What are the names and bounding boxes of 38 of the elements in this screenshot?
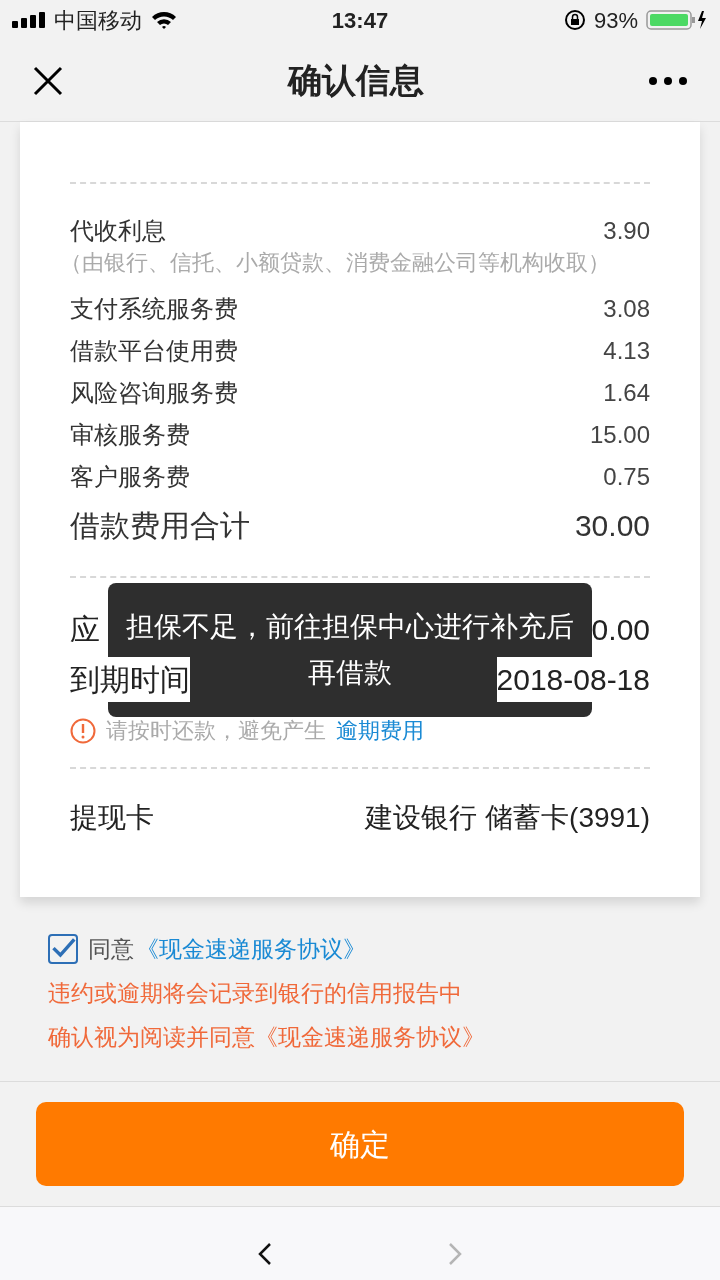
fee-amount: 4.13: [603, 336, 650, 366]
warning-icon: [70, 717, 96, 744]
fee-amount: 3.08: [603, 294, 650, 324]
agreement-link[interactable]: 《现金速递服务协议》: [136, 931, 366, 967]
page-title: 确认信息: [286, 60, 425, 101]
fee-label: 代收利息: [70, 216, 166, 246]
fee-note: （由银行、信托、小额贷款、消费金融公司等机构收取）: [60, 249, 611, 277]
fee-label: 风险咨询服务费: [70, 378, 238, 408]
fee-label: 支付系统服务费: [70, 294, 238, 324]
fee-amount: 3.90: [603, 216, 650, 246]
agree-text: 同意: [88, 934, 134, 964]
warning-text: 请按时还款，避免产生: [106, 717, 326, 745]
carrier-name: 中国移动: [54, 6, 142, 35]
repayment-value: 2018-08-18: [496, 656, 650, 702]
overdue-fee-link[interactable]: 逾期费用: [336, 714, 424, 747]
repayment-label: 到期时间: [70, 656, 190, 702]
fee-amount: 0.75: [603, 462, 650, 492]
total-amount: 30.00: [574, 507, 650, 544]
confirm-button[interactable]: 确定: [36, 1102, 684, 1186]
wifi-icon: [150, 10, 178, 30]
more-icon[interactable]: [648, 75, 688, 86]
battery-percent: 93%: [593, 6, 638, 35]
notice-text: 确认视为阅读并同意《现金速递服务协议》: [48, 1023, 486, 1052]
signal-icon: [12, 12, 46, 28]
rotation-lock-icon: [563, 9, 586, 31]
battery-charging-icon: [646, 9, 708, 31]
total-label: 借款费用合计: [70, 507, 250, 544]
fee-label: 审核服务费: [70, 420, 190, 450]
notice-text: 违约或逾期将会记录到银行的信用报告中: [48, 979, 463, 1008]
close-icon[interactable]: [32, 64, 64, 97]
clock-time: 13:47: [330, 6, 390, 35]
fee-amount: 1.64: [603, 378, 650, 408]
withdraw-card-value: 建设银行 储蓄卡(3991): [365, 801, 650, 835]
fee-amount: 15.00: [589, 420, 650, 450]
fee-label: 借款平台使用费: [70, 336, 238, 366]
withdraw-card-label: 提现卡: [70, 801, 154, 835]
fee-label: 客户服务费: [70, 462, 190, 492]
agreement-checkbox[interactable]: [48, 934, 78, 964]
